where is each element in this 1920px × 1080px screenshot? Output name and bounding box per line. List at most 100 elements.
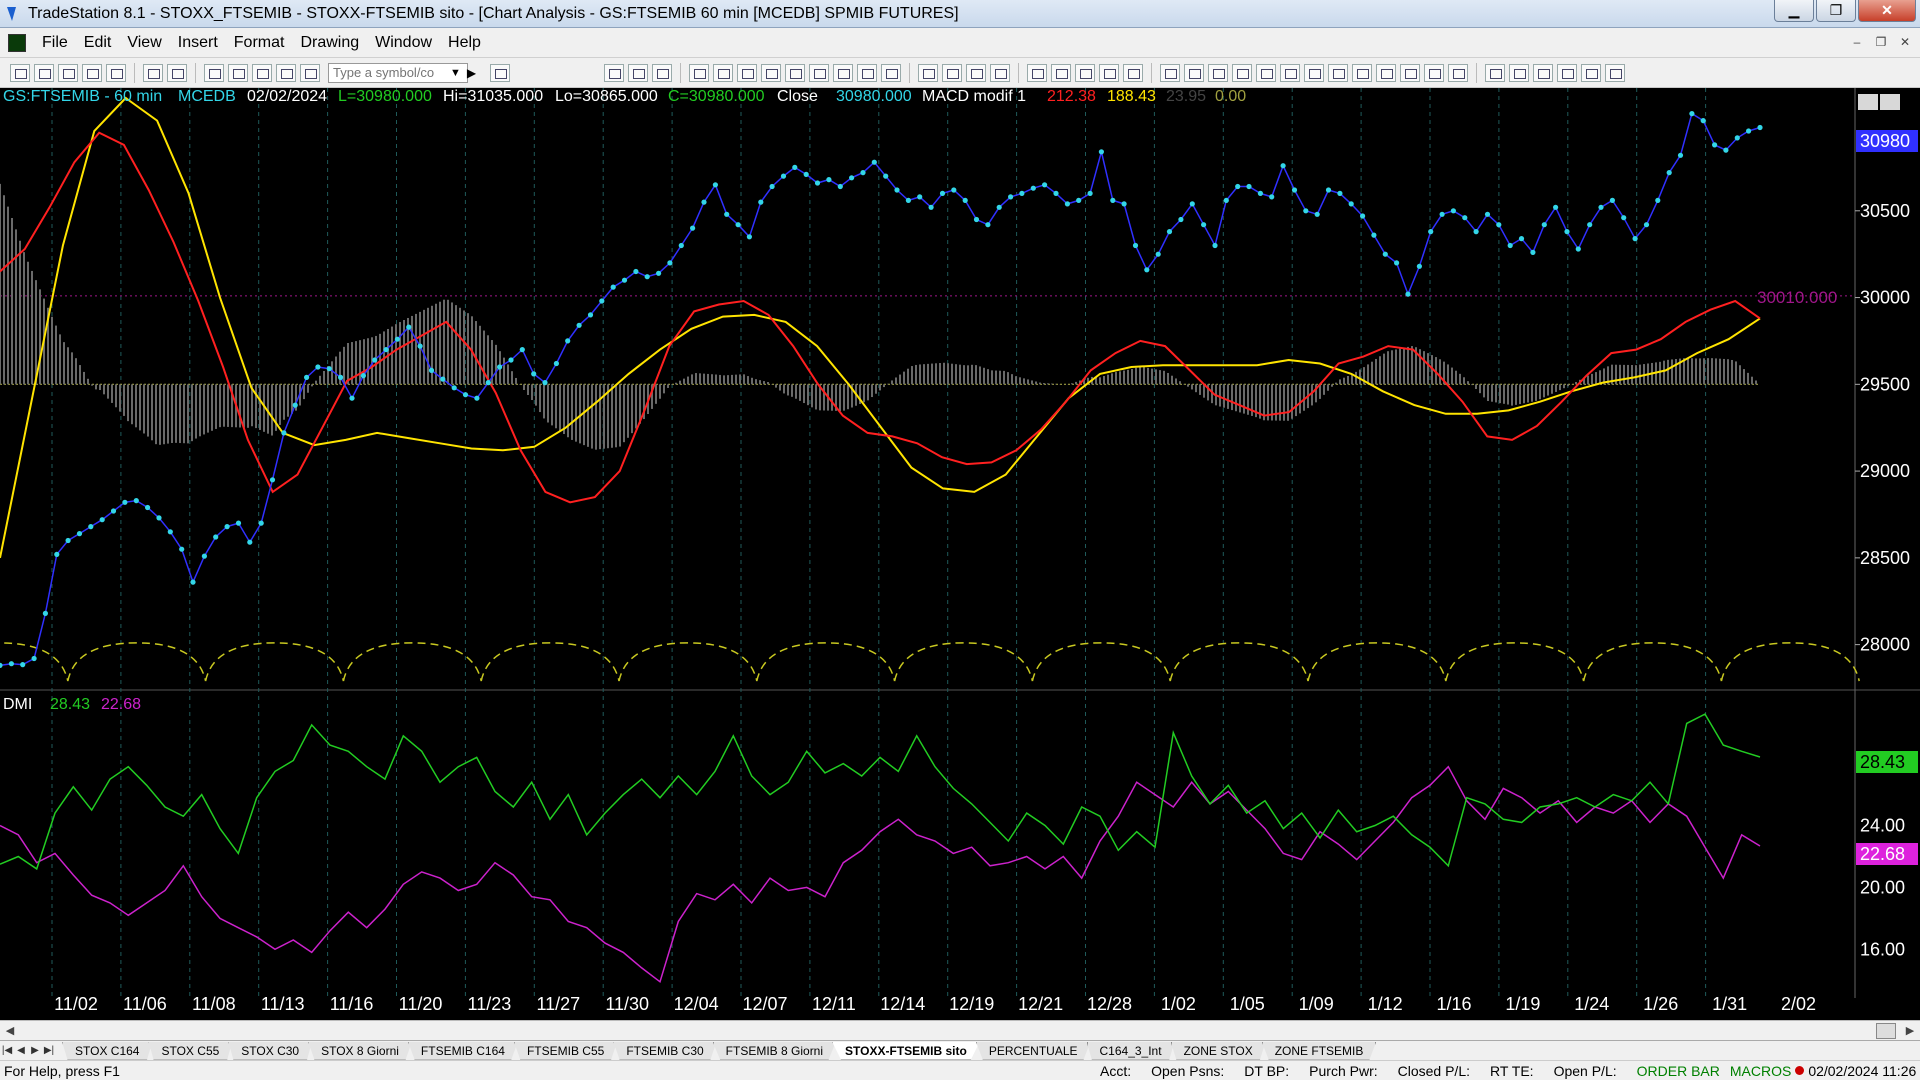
- symbol-input[interactable]: [328, 62, 468, 83]
- restore-button[interactable]: ❐: [1816, 0, 1856, 22]
- lock-icon[interactable]: [252, 63, 272, 82]
- menu-help[interactable]: Help: [440, 34, 489, 52]
- tab-next-icon[interactable]: ▶: [28, 1045, 42, 1056]
- globe-icon[interactable]: [300, 63, 320, 82]
- tab-prev-icon[interactable]: ◀: [14, 1045, 28, 1056]
- tab-stox-8-giorni[interactable]: STOX 8 Giorni: [308, 1041, 412, 1060]
- macros-button[interactable]: MACROS: [1730, 1063, 1791, 1079]
- symbol-go-icon[interactable]: ▶: [467, 66, 476, 80]
- open-icon[interactable]: [34, 63, 54, 82]
- chart-analysis-window[interactable]: 11/02 11/06 11/08 11/13 11/16 11/20 11/23 11/27…: [0, 88, 1920, 1020]
- chart-style-icon[interactable]: [809, 63, 830, 82]
- scroll-track[interactable]: [20, 1024, 1876, 1038]
- menu-insert[interactable]: Insert: [170, 34, 226, 52]
- scroll-left-icon[interactable]: ◀: [0, 1024, 20, 1037]
- bar-chart-icon[interactable]: [833, 63, 854, 82]
- andrews-pitchfork-icon[interactable]: [1304, 63, 1325, 82]
- close-button[interactable]: ✕: [1858, 0, 1916, 22]
- print-icon[interactable]: [167, 63, 187, 82]
- zoom-out-icon[interactable]: [990, 63, 1011, 82]
- text-icon[interactable]: [1605, 63, 1626, 82]
- mdi-minimize-button[interactable]: –: [1846, 32, 1868, 52]
- gann-fan-icon[interactable]: [1280, 63, 1301, 82]
- chart-type-icon[interactable]: [604, 63, 625, 82]
- chart-document-icon[interactable]: [8, 33, 26, 52]
- data-window-icon[interactable]: [652, 63, 673, 82]
- tab-stox-c164[interactable]: STOX C164: [62, 1041, 153, 1060]
- format-window-icon[interactable]: [785, 63, 806, 82]
- ellipse-icon[interactable]: [1557, 63, 1578, 82]
- x-tick-label: 12/21: [1018, 994, 1063, 1014]
- line-chart-icon[interactable]: [881, 63, 902, 82]
- snap-icon[interactable]: [1123, 63, 1144, 82]
- speed-lines-icon[interactable]: [1256, 63, 1277, 82]
- tab-percentuale[interactable]: PERCENTUALE: [975, 1041, 1091, 1060]
- print-preview-icon[interactable]: [143, 63, 163, 82]
- candle-chart-icon[interactable]: [857, 63, 878, 82]
- format-symbol-icon[interactable]: [628, 63, 649, 82]
- tab-first-icon[interactable]: |◀: [0, 1045, 14, 1056]
- parallel-lines-icon[interactable]: [1400, 63, 1421, 82]
- strategy-icon[interactable]: [276, 63, 296, 82]
- tab-ftsemib-8-giorni[interactable]: FTSEMIB 8 Giorni: [712, 1041, 837, 1060]
- save-icon[interactable]: [106, 63, 126, 82]
- minimize-button[interactable]: ▁: [1774, 0, 1814, 22]
- decrease-spacing-icon[interactable]: [918, 63, 939, 82]
- tab-ftsemib-c30[interactable]: FTSEMIB C30: [613, 1041, 717, 1060]
- drawing-object-icon[interactable]: [1051, 63, 1072, 82]
- insert-strategy-icon[interactable]: [713, 63, 734, 82]
- save-all-icon[interactable]: [58, 63, 78, 82]
- refresh-icon[interactable]: [761, 63, 782, 82]
- arc-icon[interactable]: [1485, 63, 1506, 82]
- tab-last-icon[interactable]: ▶|: [42, 1045, 56, 1056]
- fib-time-icon[interactable]: [1328, 63, 1349, 82]
- vertical-line-icon[interactable]: [1184, 63, 1205, 82]
- status-icon[interactable]: [737, 63, 758, 82]
- scroll-right-icon[interactable]: ▶: [1900, 1024, 1920, 1037]
- regression-icon[interactable]: [1352, 63, 1373, 82]
- arrow-up-icon[interactable]: [1533, 63, 1554, 82]
- order-bar-button[interactable]: ORDER BAR: [1627, 1063, 1730, 1079]
- window-cascade-icon[interactable]: [204, 63, 224, 82]
- arrow-down-icon[interactable]: [1509, 63, 1530, 82]
- scroll-thumb[interactable]: [1876, 1022, 1896, 1039]
- insert-analysis-icon[interactable]: [689, 63, 710, 82]
- symbol-dropdown-arrow-icon[interactable]: ▼: [450, 67, 461, 79]
- tab-c164-3-int[interactable]: C164_3_Int: [1086, 1041, 1175, 1060]
- pencil-icon[interactable]: [1448, 63, 1469, 82]
- tools-icon[interactable]: [1075, 63, 1096, 82]
- rectangle-icon[interactable]: [1581, 63, 1602, 82]
- menu-file[interactable]: File: [34, 34, 76, 52]
- price-point: [190, 579, 196, 585]
- workspace-icon[interactable]: [1099, 63, 1120, 82]
- window-tile-icon[interactable]: [228, 63, 248, 82]
- zoom-in-icon[interactable]: [966, 63, 987, 82]
- tab-zone-ftsemib[interactable]: ZONE FTSEMIB: [1261, 1041, 1377, 1060]
- fibonacci-icon[interactable]: [1232, 63, 1253, 82]
- menu-edit[interactable]: Edit: [76, 34, 120, 52]
- cycle-lines-icon[interactable]: [1424, 63, 1445, 82]
- increase-spacing-icon[interactable]: [942, 63, 963, 82]
- menu-view[interactable]: View: [119, 34, 169, 52]
- tab-stoxx-ftsemib-sito[interactable]: STOXX-FTSEMIB sito: [832, 1041, 980, 1060]
- subwindow-minimize-button[interactable]: [1858, 94, 1878, 110]
- horizontal-line-icon[interactable]: [1208, 63, 1229, 82]
- new-workspace-icon[interactable]: [82, 63, 102, 82]
- mdi-restore-button[interactable]: ❐: [1870, 32, 1892, 52]
- new-icon[interactable]: [10, 63, 30, 82]
- tab-ftsemib-c55[interactable]: FTSEMIB C55: [513, 1041, 618, 1060]
- symbol-lookup-icon[interactable]: [490, 63, 511, 82]
- subwindow-restore-button[interactable]: [1880, 94, 1900, 110]
- pointer-icon[interactable]: [1027, 63, 1048, 82]
- horizontal-scrollbar[interactable]: ◀ ▶: [0, 1020, 1920, 1040]
- tab-zone-stox[interactable]: ZONE STOX: [1170, 1041, 1266, 1060]
- tab-stox-c55[interactable]: STOX C55: [148, 1041, 233, 1060]
- menu-drawing[interactable]: Drawing: [292, 34, 367, 52]
- measure-icon[interactable]: [1376, 63, 1397, 82]
- menu-format[interactable]: Format: [226, 34, 293, 52]
- menu-window[interactable]: Window: [367, 34, 440, 52]
- mdi-close-button[interactable]: ✕: [1894, 32, 1916, 52]
- tab-ftsemib-c164[interactable]: FTSEMIB C164: [407, 1041, 518, 1060]
- trendline-icon[interactable]: [1160, 63, 1181, 82]
- tab-stox-c30[interactable]: STOX C30: [228, 1041, 313, 1060]
